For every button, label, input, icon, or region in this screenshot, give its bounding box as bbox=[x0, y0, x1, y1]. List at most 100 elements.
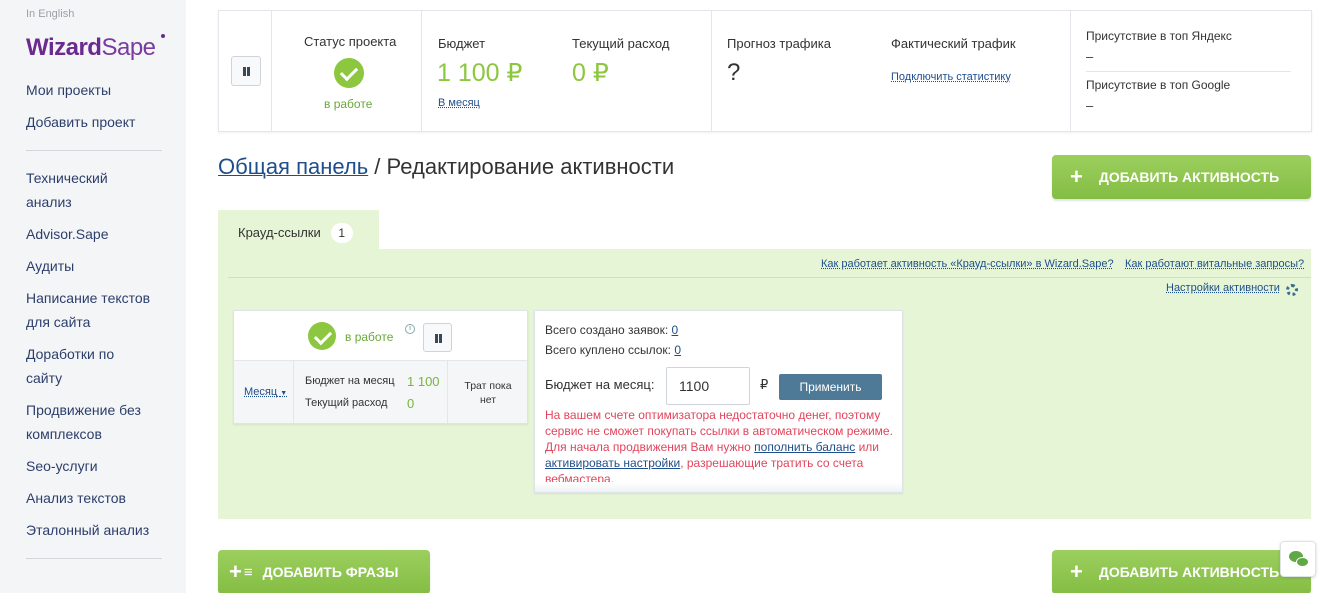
chat-icon-bubble bbox=[1296, 557, 1309, 567]
add-activity-button[interactable]: + ДОБАВИТЬ АКТИВНОСТЬ bbox=[1052, 155, 1311, 199]
sidebar-item-audits[interactable]: Аудиты bbox=[26, 254, 166, 278]
add-phrases-button[interactable]: + ≡ ДОБАВИТЬ ФРАЗЫ bbox=[218, 550, 430, 593]
gear-icon[interactable] bbox=[1286, 284, 1298, 296]
google-top-label: Присутствие в топ Google bbox=[1086, 78, 1231, 92]
add-activity-label: ДОБАВИТЬ АКТИВНОСТЬ bbox=[1098, 169, 1280, 185]
divider bbox=[1070, 11, 1071, 131]
add-activity-bottom-button[interactable]: + ДОБАВИТЬ АКТИВНОСТЬ bbox=[1052, 550, 1311, 593]
sidebar-item-tech-analysis[interactable]: Технический анализ bbox=[26, 166, 166, 214]
requests-count-row: Всего создано заявок: 0 bbox=[545, 323, 678, 337]
project-status-bar: Статус проекта в работе Бюджет 1 100 ₽ В… bbox=[218, 10, 1312, 132]
sidebar-top-nav: Мои проекты Добавить проект bbox=[26, 78, 166, 134]
sidebar-item-label: Аудиты bbox=[26, 258, 75, 274]
no-spend-text: Трат пока нет bbox=[448, 379, 528, 407]
connect-stats-link[interactable]: Подключить статистику bbox=[891, 71, 1011, 83]
spend-label: Текущий расход bbox=[572, 36, 670, 51]
add-phrases-label: ДОБАВИТЬ ФРАЗЫ bbox=[262, 564, 399, 580]
card-budget-label: Бюджет на месяц bbox=[305, 375, 395, 387]
activity-panel: Как работает активность «Крауд-ссылки» в… bbox=[218, 249, 1311, 519]
budget-period-link[interactable]: В месяц bbox=[438, 97, 480, 109]
chevron-down-icon: ▼ bbox=[280, 390, 288, 397]
sidebar-item-label: для сайта bbox=[26, 314, 91, 330]
period-select[interactable]: Месяц ▼ bbox=[244, 386, 287, 398]
sidebar-item-advisor[interactable]: Advisor.Sape bbox=[26, 222, 166, 246]
tab-crowd-links[interactable]: Крауд-ссылки 1 bbox=[218, 210, 379, 250]
period-select-label: Месяц bbox=[244, 386, 278, 398]
sidebar-divider bbox=[26, 150, 162, 151]
links-label: Всего куплено ссылок: bbox=[545, 343, 672, 357]
budget-input[interactable] bbox=[666, 367, 750, 405]
activity-settings-link[interactable]: Настройки активности bbox=[1166, 282, 1280, 294]
forecast-value: ? bbox=[727, 59, 741, 86]
budget-label: Бюджет bbox=[438, 36, 486, 51]
sidebar-item-label: комплексов bbox=[26, 426, 102, 442]
sidebar-item-label: Технический bbox=[26, 170, 108, 186]
sidebar-item-label: сайту bbox=[26, 370, 63, 386]
activate-settings-link[interactable]: активировать настройки bbox=[545, 456, 680, 470]
project-status-label: Статус проекта bbox=[304, 34, 397, 49]
tab-count-badge: 1 bbox=[330, 223, 353, 243]
links-count-link[interactable]: 0 bbox=[674, 343, 681, 357]
sidebar-item-label: Анализ текстов bbox=[26, 490, 126, 506]
how-activity-works-link[interactable]: Как работает активность «Крауд-ссылки» в… bbox=[821, 258, 1114, 270]
sidebar-item-site-fixes[interactable]: Доработки по сайту bbox=[26, 342, 166, 390]
plus-icon: + bbox=[229, 559, 242, 584]
sidebar-nav: Технический анализ Advisor.Sape Аудиты Н… bbox=[26, 166, 166, 542]
actual-traffic-label: Фактический трафик bbox=[891, 36, 1016, 51]
sidebar-item-reference-analysis[interactable]: Эталонный анализ bbox=[26, 518, 166, 542]
currency-symbol: ₽ bbox=[760, 377, 769, 392]
sidebar-item-label: Эталонный анализ bbox=[26, 522, 150, 538]
sidebar: In English WizardSape Мои проекты Добави… bbox=[0, 0, 186, 593]
sidebar-item-add-project[interactable]: Добавить проект bbox=[26, 110, 166, 134]
insufficient-funds-warning: На вашем счете оптимизатора недостаточно… bbox=[545, 407, 895, 487]
logo[interactable]: WizardSape bbox=[26, 34, 165, 62]
links-count-row: Всего куплено ссылок: 0 bbox=[545, 343, 681, 357]
plus-icon: + bbox=[1070, 559, 1083, 584]
add-activity-bottom-label: ДОБАВИТЬ АКТИВНОСТЬ bbox=[1098, 564, 1280, 580]
requests-label: Всего создано заявок: bbox=[545, 323, 669, 337]
divider bbox=[293, 361, 294, 423]
divider bbox=[711, 11, 712, 131]
info-icon[interactable]: i bbox=[405, 324, 415, 334]
divider bbox=[271, 11, 272, 131]
sidebar-item-seo-services[interactable]: Seo-услуги bbox=[26, 454, 166, 478]
breadcrumb-separator: / bbox=[368, 154, 387, 179]
details-footer bbox=[535, 482, 902, 492]
sidebar-divider bbox=[26, 558, 162, 559]
project-status-value: в работе bbox=[324, 97, 373, 111]
yandex-top-label: Присутствие в топ Яндекс bbox=[1086, 29, 1232, 43]
sidebar-item-label: Доработки по bbox=[26, 346, 115, 362]
breadcrumb-dashboard-link[interactable]: Общая панель bbox=[218, 154, 368, 179]
top-up-balance-link[interactable]: пополнить баланс bbox=[754, 440, 855, 454]
activity-pause-button[interactable] bbox=[423, 323, 452, 352]
chat-button[interactable] bbox=[1280, 541, 1316, 577]
card-spend-label: Текущий расход bbox=[305, 397, 388, 409]
language-link[interactable]: In English bbox=[26, 8, 74, 20]
logo-part-wizard: Wizard bbox=[26, 34, 102, 61]
divider bbox=[234, 360, 527, 361]
activity-details: Всего создано заявок: 0 Всего куплено сс… bbox=[534, 310, 903, 493]
forecast-label: Прогноз трафика bbox=[727, 36, 831, 51]
page-title-text: Редактирование активности bbox=[386, 154, 675, 179]
requests-count-link[interactable]: 0 bbox=[672, 323, 679, 337]
sidebar-item-text-analysis[interactable]: Анализ текстов bbox=[26, 486, 166, 510]
list-icon: ≡ bbox=[243, 563, 253, 581]
sidebar-item-my-projects[interactable]: Мои проекты bbox=[26, 78, 166, 102]
activity-card: в работе i Месяц ▼ Бюджет на месяц 1 100… bbox=[233, 310, 528, 424]
project-pause-button[interactable] bbox=[231, 56, 261, 86]
no-spend-line: нет bbox=[479, 394, 497, 406]
divider bbox=[228, 277, 1311, 278]
warning-text: или bbox=[855, 440, 879, 454]
logo-dot-icon bbox=[161, 34, 165, 38]
activity-status-value: в работе bbox=[345, 330, 394, 344]
sidebar-item-label: Seo-услуги bbox=[26, 458, 98, 474]
card-spend-value: 0 bbox=[407, 396, 415, 411]
logo-part-sape: Sape bbox=[101, 34, 156, 61]
tab-label: Крауд-ссылки bbox=[238, 225, 321, 240]
no-spend-line: Трат пока bbox=[464, 380, 512, 392]
sidebar-item-promotion[interactable]: Продвижение без комплексов bbox=[26, 398, 166, 446]
how-vital-queries-link[interactable]: Как работают витальные запросы? bbox=[1125, 258, 1304, 270]
apply-button[interactable]: Применить bbox=[779, 374, 882, 400]
budget-input-label: Бюджет на месяц: bbox=[545, 377, 655, 392]
sidebar-item-text-writing[interactable]: Написание текстов для сайта bbox=[26, 286, 166, 334]
